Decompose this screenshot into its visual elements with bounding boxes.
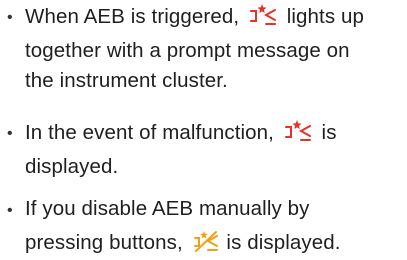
item-2-text-end: is xyxy=(321,121,337,144)
item-2-line-2: displayed. xyxy=(25,155,119,178)
item-2-text-start: In the event of malfunction, xyxy=(25,121,274,144)
item-1-line-1: When AEB is triggered, lights up xyxy=(25,3,364,30)
item-3-text-end: is displayed. xyxy=(226,231,341,254)
item-3-line-2: pressing buttons, is displayed. xyxy=(25,229,341,256)
item-3-text-start: pressing buttons, xyxy=(25,231,183,254)
item-1-text-end: lights up xyxy=(286,5,364,28)
bullet-marker: • xyxy=(7,125,13,142)
item-2-line-1: In the event of malfunction, is xyxy=(25,119,337,146)
aeb-warning-icon xyxy=(284,119,312,143)
item-1-text-start: When AEB is triggered, xyxy=(25,5,240,28)
item-3-line-1: If you disable AEB manually by xyxy=(25,197,310,220)
bullet-marker: • xyxy=(7,9,13,26)
bullet-marker: • xyxy=(7,202,13,219)
aeb-off-icon xyxy=(193,229,219,253)
item-1-line-3: the instrument cluster. xyxy=(25,69,228,92)
aeb-warning-icon xyxy=(249,3,277,27)
item-1-line-2: together with a prompt message on xyxy=(25,39,350,62)
